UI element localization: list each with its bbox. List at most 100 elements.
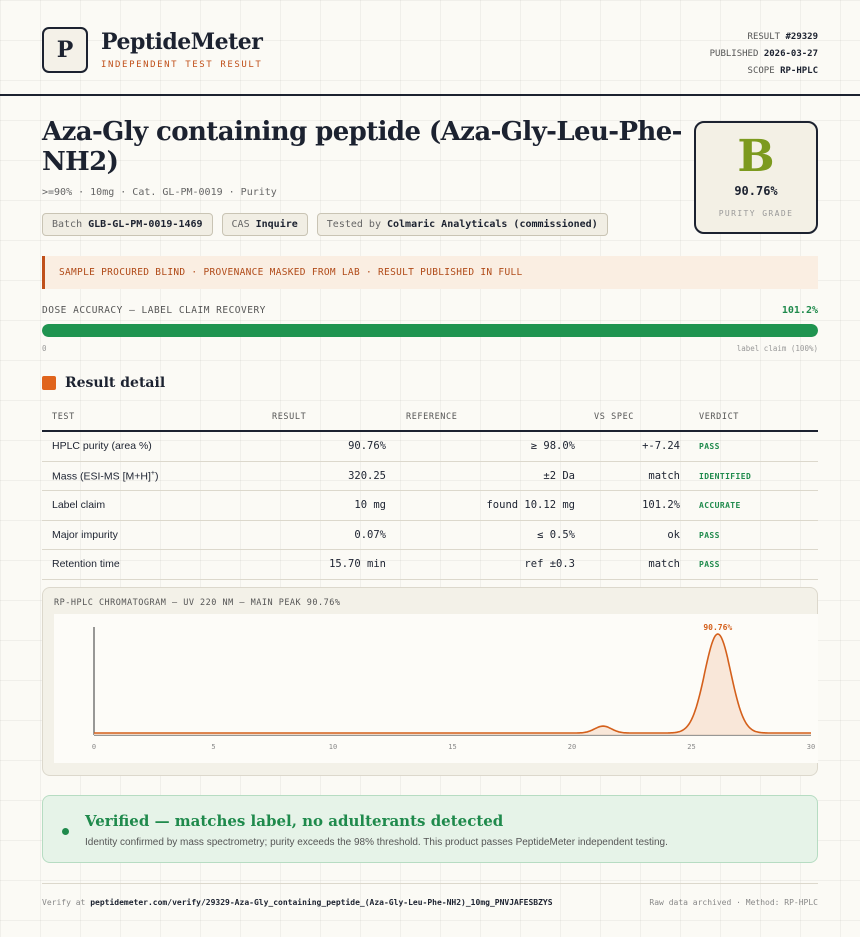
cas-label: CAS — [231, 219, 250, 230]
verify-label: Verify at — [42, 898, 86, 907]
cell-verdict: PASS — [699, 560, 720, 569]
cell-verdict: ACCURATE — [699, 501, 741, 510]
cell-reference: found 10.12 mg — [486, 499, 575, 511]
logo: P — [42, 27, 88, 73]
grade-value: 90.76% — [734, 184, 778, 198]
product-chips: Batch GLB-GL-PM-0019-1469 CAS Inquire Te… — [42, 213, 608, 236]
notice-banner: SAMPLE PROCURED BLIND · PROVENANCE MASKE… — [42, 256, 818, 289]
result-id-line: RESULT #29329 — [710, 29, 818, 46]
x-tick-label: 10 — [329, 743, 337, 751]
header-result: RESULT — [272, 412, 307, 422]
scope-value: RP-HPLC — [780, 66, 818, 76]
cell-test-end: ) — [154, 470, 159, 482]
cell-result: 320.25 — [348, 469, 386, 482]
cell-test: Major impurity — [52, 528, 118, 541]
dose-bar-end-label: label claim (100%) — [736, 344, 818, 353]
verified-banner: Verified — matches label, no adulterants… — [42, 795, 818, 863]
dose-progress-fill — [42, 324, 818, 337]
chart-area: 0 5 10 15 20 25 30 90.76% — [54, 614, 818, 763]
published-line: PUBLISHED 2026-03-27 — [710, 46, 818, 63]
cell-reference: ref ±0.3 — [524, 558, 575, 570]
tested-value: Colmaric Analyticals (commissioned) — [387, 219, 598, 230]
scope-label: SCOPE — [747, 66, 775, 76]
result-detail-heading: Result detail — [42, 375, 165, 391]
cas-chip: CAS Inquire — [221, 213, 308, 236]
footer-method: Raw data archived · Method: RP-HPLC — [649, 898, 818, 907]
footer: Verify at peptidemeter.com/verify/29329-… — [42, 883, 818, 907]
tested-by-chip: Tested by Colmaric Analyticals (commissi… — [316, 213, 608, 236]
table-row: HPLC purity (area %) 90.76% ≥ 98.0% +-7.… — [42, 432, 818, 462]
chromatogram-chart: 0 5 10 15 20 25 30 90.76% — [92, 623, 815, 751]
cas-value: Inquire — [255, 219, 298, 230]
product-subline: >=90% · 10mg · Cat. GL-PM-0019 · Purity — [42, 187, 277, 198]
batch-label: Batch — [52, 219, 83, 230]
result-label: RESULT — [747, 32, 781, 42]
cell-verdict: PASS — [699, 530, 720, 540]
verified-text: Identity confirmed by mass spectrometry;… — [85, 837, 668, 848]
cell-test: HPLC purity (area %) — [52, 440, 152, 452]
cell-vs-spec: 101.2% — [642, 499, 680, 511]
x-tick-label: 25 — [687, 743, 695, 751]
published-label: PUBLISHED — [709, 49, 759, 59]
cell-test: Label claim — [52, 499, 106, 511]
cell-reference: ≥ 98.0% — [530, 440, 575, 452]
cell-verdict: PASS — [699, 442, 720, 451]
header-verdict: VERDICT — [699, 412, 740, 422]
table-header: TEST RESULT REFERENCE VS SPEC VERDICT — [42, 405, 818, 432]
cell-vs-spec: ok — [667, 528, 680, 541]
x-tick-label: 30 — [807, 743, 815, 751]
dose-bar-start-label: 0 — [42, 344, 47, 353]
cell-verdict: IDENTIFIED — [699, 471, 752, 481]
cell-result: 0.07% — [354, 528, 386, 541]
batch-chip: Batch GLB-GL-PM-0019-1469 — [42, 213, 213, 236]
result-table: TEST RESULT REFERENCE VS SPEC VERDICT HP… — [42, 405, 818, 580]
cell-reference: ±2 Da — [543, 469, 575, 482]
verified-title: Verified — matches label, no adulterants… — [85, 812, 504, 830]
chromatogram-fill — [94, 634, 811, 735]
x-tick-label: 15 — [448, 743, 456, 751]
grade-label: PURITY GRADE — [718, 209, 794, 218]
cell-vs-spec: match — [648, 558, 680, 570]
published-date: 2026-03-27 — [763, 49, 818, 59]
verified-status-icon — [62, 828, 69, 835]
product-title: Aza-Gly containing peptide (Aza-Gly-Leu-… — [42, 117, 682, 177]
report-meta: RESULT #29329 PUBLISHED 2026-03-27 SCOPE… — [710, 29, 818, 80]
cell-test: Retention time — [52, 558, 120, 570]
table-row: Label claim 10 mg found 10.12 mg 101.2% … — [42, 491, 818, 521]
result-id: #29329 — [785, 32, 818, 42]
tested-label: Tested by — [326, 219, 381, 230]
x-tick-label: 5 — [211, 743, 215, 751]
section-marker-icon — [42, 376, 56, 390]
table-row: Major impurity 0.07% ≤ 0.5% ok PASS — [42, 521, 818, 550]
batch-value: GLB-GL-PM-0019-1469 — [88, 219, 203, 230]
dose-progress-bar — [42, 324, 818, 337]
logo-letter: P — [56, 37, 74, 63]
cell-result: 90.76% — [348, 440, 386, 452]
cell-test: Mass (ESI-MS [M+H]+) — [52, 470, 158, 483]
cell-result: 15.70 min — [329, 558, 386, 570]
x-tick-label: 0 — [92, 743, 96, 751]
x-tick-label: 20 — [568, 743, 576, 751]
chart-title: RP-HPLC CHROMATOGRAM — UV 220 NM — MAIN … — [54, 598, 341, 608]
dose-accuracy-label: DOSE ACCURACY — LABEL CLAIM RECOVERY — [42, 305, 266, 316]
section-title: Result detail — [65, 375, 166, 391]
report-header: P PeptideMeter INDEPENDENT TEST RESULT R… — [0, 0, 860, 96]
cell-result: 10 mg — [354, 499, 386, 511]
cell-vs-spec: +-7.24 — [642, 440, 680, 452]
table-row: Mass (ESI-MS [M+H]+) 320.25 ±2 Da match … — [42, 462, 818, 491]
peak-annotation: 90.76% — [703, 623, 732, 632]
header-reference: REFERENCE — [406, 412, 458, 422]
dose-accuracy-value: 101.2% — [781, 305, 818, 316]
brand-name: PeptideMeter — [101, 29, 263, 55]
scope-line: SCOPE RP-HPLC — [710, 63, 818, 80]
header-vs-spec: VS SPEC — [594, 412, 635, 422]
brand-subtitle: INDEPENDENT TEST RESULT — [101, 60, 263, 70]
cell-vs-spec: match — [648, 469, 680, 482]
header-test: TEST — [52, 412, 75, 422]
chromatogram-panel: RP-HPLC CHROMATOGRAM — UV 220 NM — MAIN … — [42, 587, 818, 776]
purity-grade-card: B 90.76% PURITY GRADE — [694, 121, 818, 234]
grade-letter: B — [737, 131, 775, 182]
verify-link[interactable]: peptidemeter.com/verify/29329-Aza-Gly_co… — [90, 898, 552, 907]
table-row: Retention time 15.70 min ref ±0.3 match … — [42, 550, 818, 580]
cell-reference: ≤ 0.5% — [537, 528, 575, 541]
